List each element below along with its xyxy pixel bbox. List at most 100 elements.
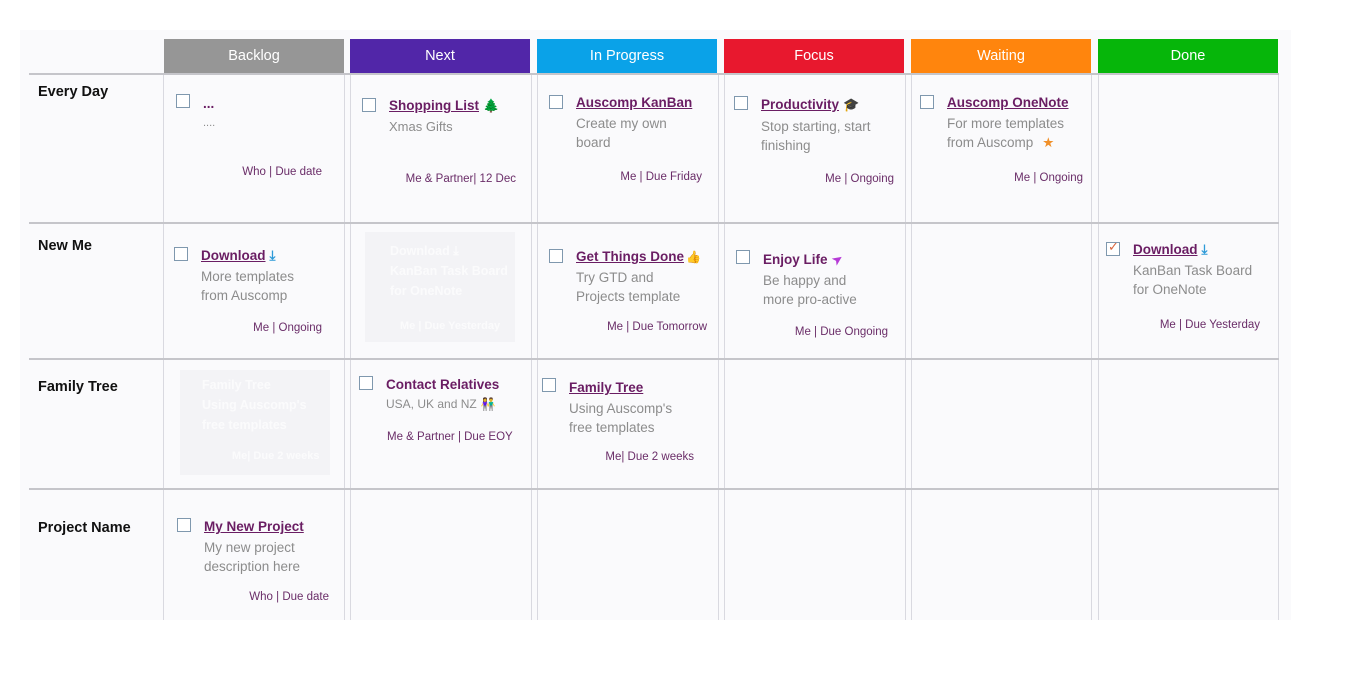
row-label-family-tree: Family Tree	[38, 379, 118, 395]
card-family-tree-in-progress[interactable]: Family Tree Using Auscomp's free template…	[542, 378, 702, 473]
ghost-desc: for OneNote	[390, 284, 463, 298]
column-divider	[724, 73, 725, 620]
card-meta: Me | Due Tomorrow	[607, 321, 707, 333]
card-meta: Me & Partner| 12 Dec	[405, 173, 516, 185]
card-checkbox[interactable]	[177, 518, 191, 532]
ghost-title: Download ⤓	[390, 244, 459, 258]
card-every-day-focus[interactable]: Productivity 🎓 Stop starting, start finish…	[734, 96, 896, 186]
ghost-desc: Using Auscomp's	[202, 398, 307, 412]
card-title[interactable]: Auscomp KanBan	[576, 95, 692, 110]
card-new-me-focus[interactable]: Enjoy Life➤ Be happy and more pro-active …	[736, 250, 894, 345]
download-icon: ⤓	[269, 248, 276, 263]
card-family-tree-next[interactable]: Contact Relatives USA, UK and NZ 👫 Me & P…	[359, 376, 527, 456]
card-description: My new project description here	[204, 540, 301, 574]
card-description: KanBan Task Board for OneNote	[1133, 263, 1253, 297]
download-icon: ⤓	[1201, 242, 1208, 257]
card-description: Create my own board	[576, 116, 667, 150]
card-title[interactable]: Family Tree	[569, 380, 643, 395]
kanban-board: Backlog Next In Progress Focus Waiting D…	[20, 30, 1291, 620]
card-meta: Me & Partner | Due EOY	[387, 431, 513, 443]
card-checkbox[interactable]	[176, 94, 190, 108]
card-every-day-waiting[interactable]: Auscomp OneNote For more templates from A…	[920, 95, 1085, 185]
card-checkbox[interactable]	[920, 95, 934, 109]
card-meta: Me | Due Yesterday	[1159, 319, 1260, 331]
row-divider	[29, 73, 1279, 75]
card-description: Try GTD and Projects template	[576, 270, 681, 304]
column-divider	[1098, 73, 1099, 620]
card-description: For more templates from Auscomp ★	[947, 116, 1065, 150]
card-meta: Me | Due Friday	[620, 171, 702, 183]
card-description: Be happy and more pro-active	[763, 273, 857, 307]
column-divider	[163, 73, 164, 620]
card-every-day-in-progress[interactable]: Auscomp KanBan Create my own board Me | D…	[549, 95, 704, 185]
card-meta: Who | Due date	[249, 591, 329, 603]
column-divider	[531, 73, 532, 620]
column-divider	[1091, 73, 1092, 620]
christmas-tree-icon: 🌲	[483, 98, 500, 113]
card-every-day-backlog[interactable]: ... .... Who | Due date	[176, 94, 326, 184]
card-title[interactable]: Contact Relatives	[386, 377, 499, 392]
ghost-card: Download ⤓ KanBan Task Board for OneNote…	[365, 232, 515, 342]
ghost-title: Family Tree	[202, 378, 271, 392]
column-header-next[interactable]: Next	[350, 39, 530, 73]
column-divider	[911, 73, 912, 620]
card-title[interactable]: Download ⤓	[1133, 242, 1207, 258]
card-checkbox[interactable]	[542, 378, 556, 392]
card-description: Xmas Gifts	[389, 119, 453, 134]
card-meta: Me| Due 2 weeks	[605, 451, 694, 463]
ghost-meta: Me| Due 2 weeks	[232, 450, 320, 462]
ghost-card: Family Tree Using Auscomp's free templat…	[180, 370, 330, 475]
row-label-project-name: Project Name	[38, 520, 131, 536]
column-header-backlog[interactable]: Backlog	[164, 39, 344, 73]
card-meta: Who | Due date	[242, 166, 322, 178]
card-new-me-in-progress[interactable]: Get Things Done 👍 Try GTD and Projects tem…	[549, 249, 709, 344]
card-title[interactable]: Productivity 🎓	[761, 97, 859, 113]
card-title[interactable]: ...	[203, 96, 214, 111]
card-meta: Me | Due Ongoing	[794, 326, 888, 338]
ghost-meta: Me | Due Yesterday	[400, 320, 501, 332]
card-every-day-next[interactable]: Shopping List 🌲 Xmas Gifts Me & Partner| …	[362, 98, 522, 188]
paper-plane-icon: ➤	[827, 250, 846, 269]
star-icon: ★	[1042, 135, 1055, 150]
column-header-focus[interactable]: Focus	[724, 39, 904, 73]
card-checkbox-checked[interactable]	[1106, 239, 1120, 256]
card-title[interactable]: Enjoy Life➤	[763, 250, 846, 269]
column-header-done[interactable]: Done	[1098, 39, 1278, 73]
column-divider	[905, 73, 906, 620]
card-title[interactable]: Shopping List 🌲	[389, 98, 499, 114]
row-label-new-me: New Me	[38, 238, 92, 254]
card-description: Stop starting, start finishing	[761, 119, 871, 153]
column-header-in-progress[interactable]: In Progress	[537, 39, 717, 73]
card-description: More templates from Auscomp	[201, 269, 295, 303]
column-header-waiting[interactable]: Waiting	[911, 39, 1091, 73]
card-checkbox[interactable]	[362, 98, 376, 112]
card-meta: Me | Ongoing	[825, 173, 894, 185]
card-description: ....	[203, 117, 216, 129]
ghost-desc: KanBan Task Board	[390, 264, 508, 278]
card-title[interactable]: Get Things Done 👍	[576, 249, 701, 264]
card-meta: Me | Ongoing	[1014, 172, 1083, 184]
thumbs-up-icon: 👍	[686, 250, 701, 264]
card-checkbox[interactable]	[174, 247, 188, 261]
card-checkbox[interactable]	[734, 96, 748, 110]
card-new-me-done[interactable]: Download⤓ KanBan Task Boardfor OneNote M…	[1106, 239, 1266, 337]
column-divider	[718, 73, 719, 620]
card-project-name-backlog[interactable]: My New Project My new project description…	[177, 518, 329, 608]
card-checkbox[interactable]	[736, 250, 750, 264]
card-new-me-backlog[interactable]: Download ⤓ More templates from Auscomp Me …	[174, 247, 326, 342]
card-checkbox[interactable]	[549, 95, 563, 109]
card-description: Using Auscomp's free templates	[569, 401, 673, 435]
column-divider	[1278, 73, 1279, 620]
column-divider	[344, 73, 345, 620]
row-divider	[29, 358, 1279, 360]
card-title[interactable]: Auscomp OneNote	[947, 95, 1069, 110]
graduation-cap-icon: 🎓	[843, 97, 860, 112]
family-icon: 👫	[480, 397, 496, 411]
column-divider	[537, 73, 538, 620]
card-checkbox[interactable]	[359, 376, 373, 390]
row-divider	[29, 488, 1279, 490]
card-title[interactable]: My New Project	[204, 519, 304, 534]
card-meta: Me | Ongoing	[253, 322, 322, 334]
card-checkbox[interactable]	[549, 249, 563, 263]
card-title[interactable]: Download ⤓	[201, 248, 275, 264]
